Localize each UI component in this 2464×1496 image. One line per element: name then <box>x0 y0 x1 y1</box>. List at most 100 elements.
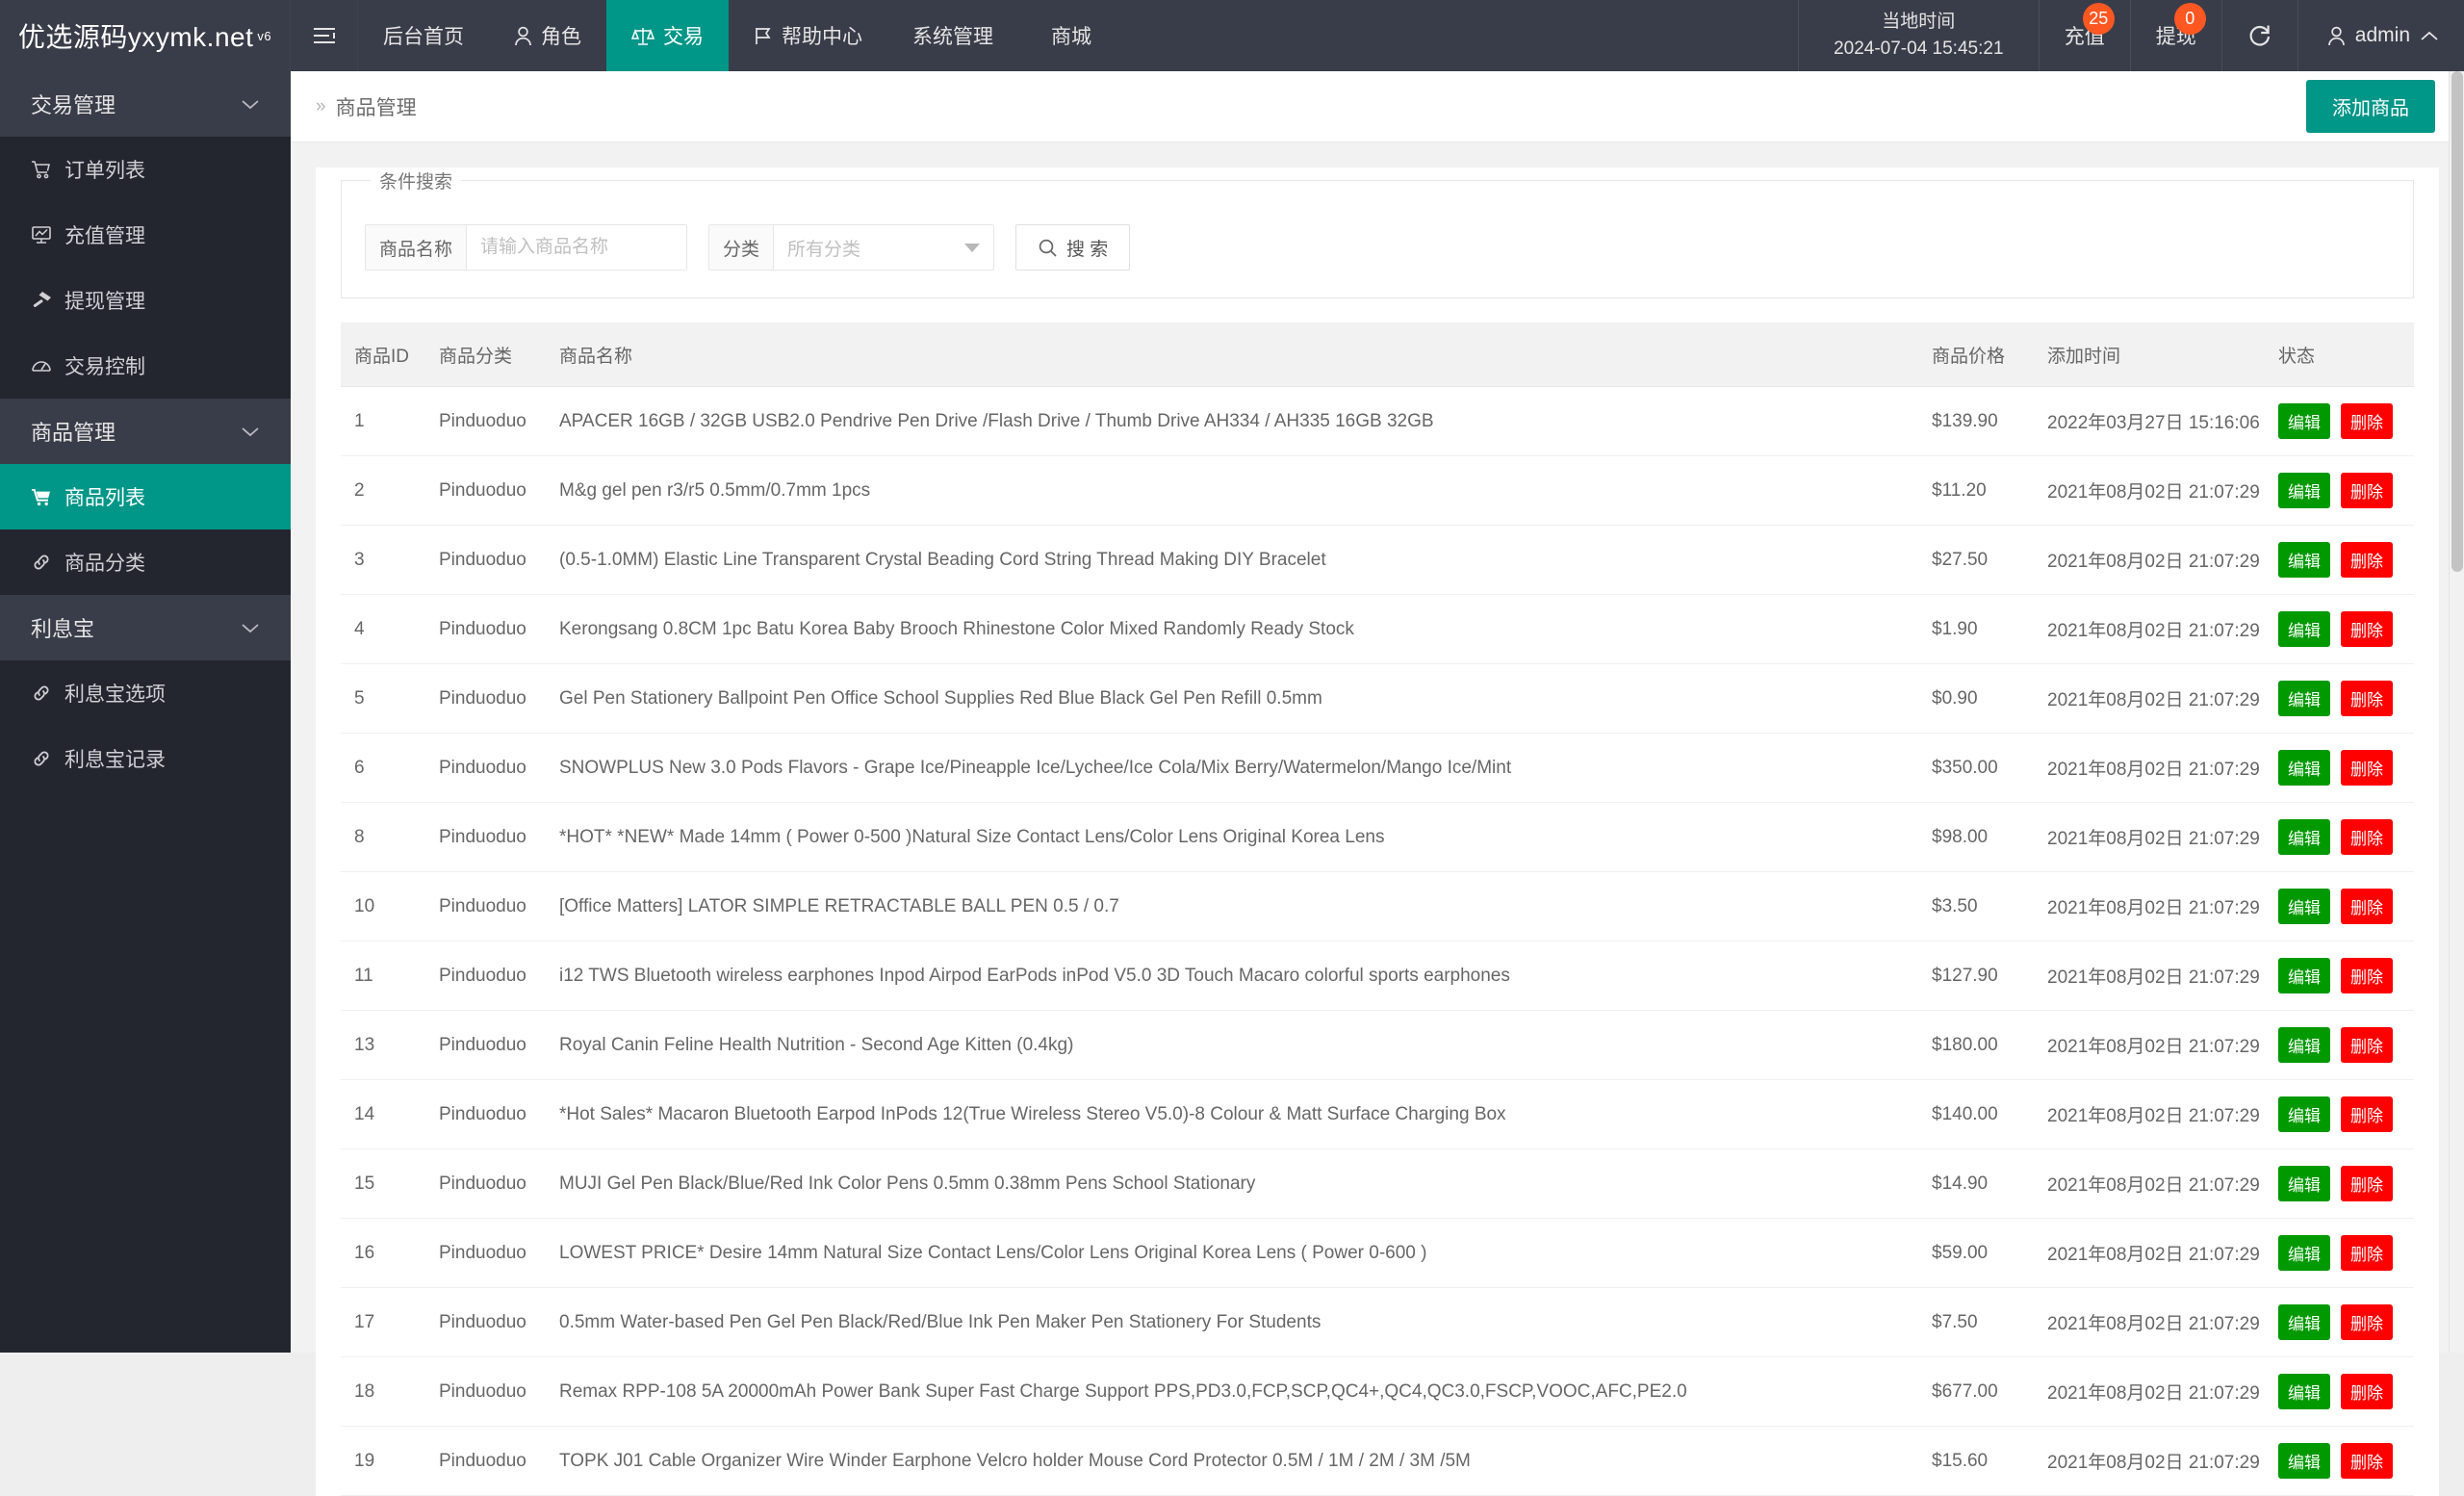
cell-product-price: $350.00 <box>1918 733 2034 803</box>
table-row: 1 Pinduoduo APACER 16GB / 32GB USB2.0 Pend… <box>341 386 2414 456</box>
link-icon <box>31 684 52 703</box>
edit-button[interactable]: 编辑 <box>2278 611 2330 647</box>
delete-button[interactable]: 删除 <box>2341 1166 2393 1201</box>
cell-product-category: Pinduoduo <box>425 1426 546 1496</box>
row-actions: 编辑 删除 <box>2278 1027 2400 1063</box>
edit-button[interactable]: 编辑 <box>2278 1096 2330 1132</box>
app-logo-version: v6 <box>257 28 272 43</box>
delete-button[interactable]: 删除 <box>2341 750 2393 786</box>
delete-button[interactable]: 删除 <box>2341 1304 2393 1340</box>
refresh-button[interactable] <box>2220 0 2297 71</box>
edit-button[interactable]: 编辑 <box>2278 1304 2330 1340</box>
sidebar-item-order-list[interactable]: 订单列表 <box>0 137 291 202</box>
sidebar-item-product-list[interactable]: 商品列表 <box>0 464 291 529</box>
cell-product-id: 16 <box>341 1218 425 1288</box>
user-menu[interactable]: admin <box>2297 0 2464 71</box>
sidebar-toggle-button[interactable] <box>291 0 358 71</box>
chevron-down-icon <box>241 426 260 438</box>
withdraw-button[interactable]: 0 提现 <box>2129 0 2221 71</box>
cell-added-time: 2021年08月02日 21:07:29 <box>2034 525 2265 595</box>
nav-item-help[interactable]: 帮助中心 <box>729 0 887 71</box>
cell-product-category: Pinduoduo <box>425 1079 546 1149</box>
table-row: 2 Pinduoduo M&g gel pen r3/r5 0.5mm/0.7mm … <box>341 455 2414 526</box>
delete-button[interactable]: 删除 <box>2341 1374 2393 1409</box>
table-row: 19 Pinduoduo TOPK J01 Cable Organizer Wire… <box>341 1426 2414 1496</box>
cell-status: 编辑 删除 <box>2265 1218 2414 1288</box>
add-product-button[interactable]: 添加商品 <box>2306 80 2435 133</box>
delete-button[interactable]: 删除 <box>2341 681 2393 716</box>
delete-button[interactable]: 删除 <box>2341 1443 2393 1479</box>
cell-added-time: 2022年03月27日 15:16:06 <box>2034 386 2265 456</box>
sidebar-item-withdraw-manage[interactable]: 提现管理 <box>0 268 291 333</box>
delete-button[interactable]: 删除 <box>2341 403 2393 439</box>
cell-product-price: $139.90 <box>1918 386 2034 456</box>
sidebar-item-order-list-label: 订单列表 <box>64 160 145 182</box>
sidebar-item-product-category[interactable]: 商品分类 <box>0 529 291 595</box>
edit-button[interactable]: 编辑 <box>2278 403 2330 439</box>
nav-item-role[interactable]: 角色 <box>489 0 606 71</box>
sidebar-item-interest-records[interactable]: 利息宝记录 <box>0 726 291 791</box>
delete-button[interactable]: 删除 <box>2341 1096 2393 1132</box>
nav-item-mall[interactable]: 商城 <box>1018 0 1124 71</box>
category-select[interactable]: 所有分类 <box>774 225 994 270</box>
edit-button[interactable]: 编辑 <box>2278 473 2330 508</box>
nav-item-system-label: 系统管理 <box>912 26 993 48</box>
cell-product-category: Pinduoduo <box>425 871 546 941</box>
sidebar-item-recharge-manage[interactable]: 充值管理 <box>0 202 291 268</box>
delete-button[interactable]: 删除 <box>2341 473 2393 508</box>
page-scrollbar[interactable] <box>2449 71 2464 1353</box>
delete-button[interactable]: 删除 <box>2341 542 2393 578</box>
edit-button[interactable]: 编辑 <box>2278 889 2330 924</box>
row-actions: 编辑 删除 <box>2278 681 2400 716</box>
delete-button[interactable]: 删除 <box>2341 611 2393 647</box>
edit-button[interactable]: 编辑 <box>2278 819 2330 855</box>
delete-button[interactable]: 删除 <box>2341 1235 2393 1271</box>
edit-button[interactable]: 编辑 <box>2278 681 2330 716</box>
cell-product-price: $3.50 <box>1918 871 2034 941</box>
cell-added-time: 2021年08月02日 21:07:29 <box>2034 1356 2265 1427</box>
app-logo-text: 优选源码yxymk.net <box>17 22 254 52</box>
sidebar-group-product[interactable]: 商品管理 <box>0 399 291 464</box>
product-name-input[interactable] <box>467 225 687 270</box>
delete-button[interactable]: 删除 <box>2341 819 2393 855</box>
cell-product-id: 6 <box>341 733 425 803</box>
sidebar-group-interest[interactable]: 利息宝 <box>0 595 291 660</box>
edit-button[interactable]: 编辑 <box>2278 750 2330 786</box>
table-row: 10 Pinduoduo [Office Matters] LATOR SIMPLE… <box>341 871 2414 941</box>
product-table-body: 1 Pinduoduo APACER 16GB / 32GB USB2.0 Pend… <box>341 386 2414 1496</box>
table-row: 3 Pinduoduo (0.5-1.0MM) Elastic Line Trans… <box>341 525 2414 595</box>
sidebar-item-withdraw-manage-label: 提现管理 <box>64 291 145 313</box>
delete-button[interactable]: 删除 <box>2341 889 2393 924</box>
edit-button[interactable]: 编辑 <box>2278 542 2330 578</box>
delete-button[interactable]: 删除 <box>2341 1027 2393 1063</box>
sidebar-item-interest-options[interactable]: 利息宝选项 <box>0 660 291 726</box>
nav-item-system[interactable]: 系统管理 <box>887 0 1018 71</box>
edit-button[interactable]: 编辑 <box>2278 1027 2330 1063</box>
search-panel: 条件搜索 商品名称 分类 所有分类 搜 索 <box>341 168 2414 298</box>
edit-button[interactable]: 编辑 <box>2278 1443 2330 1479</box>
sidebar-item-trade-control[interactable]: 交易控制 <box>0 333 291 399</box>
sidebar-item-recharge-manage-label: 充值管理 <box>64 225 145 247</box>
nav-item-trade[interactable]: 交易 <box>606 0 729 71</box>
edit-button[interactable]: 编辑 <box>2278 1166 2330 1201</box>
table-row: 14 Pinduoduo *Hot Sales* Macaron Bluetooth… <box>341 1079 2414 1149</box>
app-logo[interactable]: 优选源码yxymk.net v6 <box>0 0 291 71</box>
sidebar-group-trade[interactable]: 交易管理 <box>0 71 291 137</box>
search-row: 商品名称 分类 所有分类 搜 索 <box>365 224 2390 271</box>
page-scrollbar-thumb[interactable] <box>2451 71 2463 572</box>
sidebar-group-product-label: 商品管理 <box>31 421 116 445</box>
nav-item-role-label: 角色 <box>541 26 581 48</box>
cell-product-category: Pinduoduo <box>425 1148 546 1219</box>
edit-button[interactable]: 编辑 <box>2278 1374 2330 1409</box>
edit-button[interactable]: 编辑 <box>2278 958 2330 993</box>
local-time-value: 2024-07-04 15:45:21 <box>1834 39 2004 59</box>
cell-added-time: 2021年08月02日 21:07:29 <box>2034 1079 2265 1149</box>
cell-product-category: Pinduoduo <box>425 386 546 456</box>
scale-icon <box>631 26 654 46</box>
recharge-button[interactable]: 25 充值 <box>2038 0 2130 71</box>
delete-button[interactable]: 删除 <box>2341 958 2393 993</box>
nav-item-home[interactable]: 后台首页 <box>358 0 489 71</box>
edit-button[interactable]: 编辑 <box>2278 1235 2330 1271</box>
search-button[interactable]: 搜 索 <box>1015 224 1131 271</box>
cell-product-id: 13 <box>341 1010 425 1080</box>
